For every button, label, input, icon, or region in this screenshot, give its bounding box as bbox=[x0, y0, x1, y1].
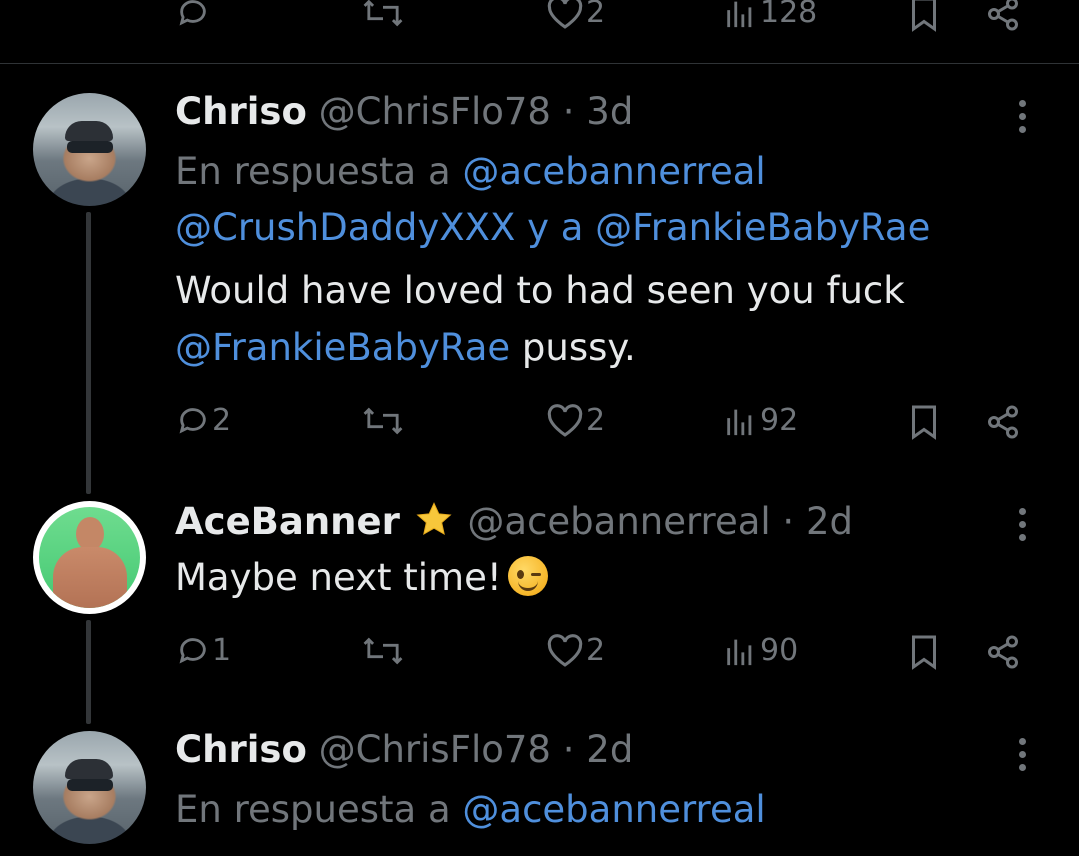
avatar-body-shape bbox=[53, 547, 127, 608]
reply-prefix: En respuesta a bbox=[175, 788, 463, 831]
reply-prefix: En respuesta a bbox=[175, 150, 463, 193]
tweet-text-2: @FrankieBabyRae pussy. bbox=[175, 326, 636, 370]
action-bar: 1 2 90 bbox=[0, 624, 1079, 684]
views-count: 92 bbox=[760, 403, 799, 438]
separator: · bbox=[550, 728, 587, 771]
avatar-background bbox=[39, 507, 140, 608]
reply-button[interactable]: 2 bbox=[176, 404, 231, 438]
avatar[interactable] bbox=[33, 731, 146, 844]
cap-shape bbox=[65, 121, 113, 141]
views-button[interactable]: 90 bbox=[722, 634, 798, 668]
views-icon bbox=[727, 409, 752, 436]
separator: · bbox=[550, 90, 587, 133]
timestamp[interactable]: 2d bbox=[806, 500, 853, 543]
reply-context: En respuesta a @acebannerreal bbox=[175, 788, 766, 832]
like-count: 2 bbox=[586, 633, 606, 668]
reply-context-2: @CrushDaddyXXX y a @FrankieBabyRae bbox=[175, 206, 930, 250]
mention-link[interactable]: @CrushDaddyXXX bbox=[175, 206, 515, 249]
tweet-header: Chriso @ChrisFlo78 · 3d bbox=[175, 90, 633, 134]
cap-shape bbox=[65, 759, 113, 779]
sunglasses-shape bbox=[67, 779, 113, 791]
bookmark-button[interactable] bbox=[908, 634, 940, 670]
handle[interactable]: @acebannerreal bbox=[467, 500, 770, 543]
timestamp[interactable]: 2d bbox=[586, 728, 633, 771]
avatar-head-shape bbox=[76, 517, 104, 551]
bookmark-button[interactable] bbox=[908, 404, 940, 440]
reply-icon bbox=[179, 408, 206, 434]
like-button[interactable]: 2 bbox=[546, 634, 605, 668]
tweet-header: Chriso @ChrisFlo78 · 2d bbox=[175, 728, 633, 772]
share-button[interactable] bbox=[985, 634, 1021, 670]
sunglasses-shape bbox=[67, 141, 113, 153]
handle[interactable]: @ChrisFlo78 bbox=[319, 728, 551, 771]
views-button[interactable]: 92 bbox=[722, 404, 798, 438]
winking-face-emoji bbox=[507, 556, 548, 596]
reply-icon bbox=[179, 638, 206, 664]
avatar[interactable] bbox=[33, 93, 146, 206]
handle[interactable]: @ChrisFlo78 bbox=[319, 90, 551, 133]
retweet-button[interactable] bbox=[360, 634, 406, 668]
retweet-button[interactable] bbox=[360, 404, 406, 438]
tweet-text-tail: pussy. bbox=[510, 326, 636, 369]
tweet-text: Maybe next time! bbox=[175, 556, 548, 600]
views-count: 90 bbox=[760, 633, 799, 668]
like-button[interactable]: 2 bbox=[546, 404, 605, 438]
tweet-chriso-2[interactable]: Chriso @ChrisFlo78 · 2d En respuesta a @… bbox=[0, 710, 1079, 856]
action-bar: 2 2 92 bbox=[0, 394, 1079, 454]
bookmark-icon bbox=[912, 405, 936, 440]
separator: · bbox=[770, 500, 806, 543]
reply-count: 1 bbox=[212, 633, 232, 668]
display-name[interactable]: Chriso bbox=[175, 90, 307, 133]
more-options-icon[interactable] bbox=[1012, 100, 1032, 133]
share-icon bbox=[988, 405, 1018, 439]
tweet-text: Would have loved to had seen you fuck bbox=[175, 269, 905, 313]
reply-button[interactable]: 1 bbox=[176, 634, 231, 668]
mention-link[interactable]: @acebannerreal bbox=[462, 788, 765, 831]
display-name[interactable]: Chriso bbox=[175, 728, 307, 771]
tweet-text-line: Would have loved to had seen you fuck bbox=[175, 269, 905, 312]
tweet-chriso-1[interactable]: Chriso @ChrisFlo78 · 3d En respuesta a @… bbox=[0, 0, 1079, 494]
reply-conjunction: y a bbox=[515, 206, 596, 249]
bookmark-icon bbox=[912, 635, 936, 670]
timestamp[interactable]: 3d bbox=[586, 90, 633, 133]
share-icon bbox=[988, 635, 1018, 669]
mention-link[interactable]: @FrankieBabyRae bbox=[175, 326, 510, 369]
mention-link[interactable]: @acebannerreal bbox=[462, 150, 765, 193]
tweet-text-line: Maybe next time! bbox=[175, 556, 502, 599]
more-options-icon[interactable] bbox=[1012, 508, 1032, 541]
display-name[interactable]: AceBanner bbox=[175, 500, 400, 543]
more-options-icon[interactable] bbox=[1012, 738, 1032, 771]
mention-link[interactable]: @FrankieBabyRae bbox=[595, 206, 930, 249]
retweet-icon bbox=[363, 407, 403, 435]
share-button[interactable] bbox=[985, 404, 1021, 440]
reply-context: En respuesta a @acebannerreal bbox=[175, 150, 766, 194]
avatar[interactable] bbox=[33, 501, 146, 614]
heart-icon bbox=[547, 404, 583, 437]
retweet-icon bbox=[363, 637, 403, 665]
star-icon bbox=[416, 502, 452, 535]
tweet-header: AceBanner @acebannerreal · 2d bbox=[175, 500, 853, 544]
tweet-acebanner[interactable]: AceBanner @acebannerreal · 2d Maybe next… bbox=[0, 480, 1079, 724]
like-count: 2 bbox=[586, 403, 606, 438]
reply-count: 2 bbox=[212, 403, 232, 438]
heart-icon bbox=[547, 634, 583, 667]
views-icon bbox=[727, 639, 752, 666]
